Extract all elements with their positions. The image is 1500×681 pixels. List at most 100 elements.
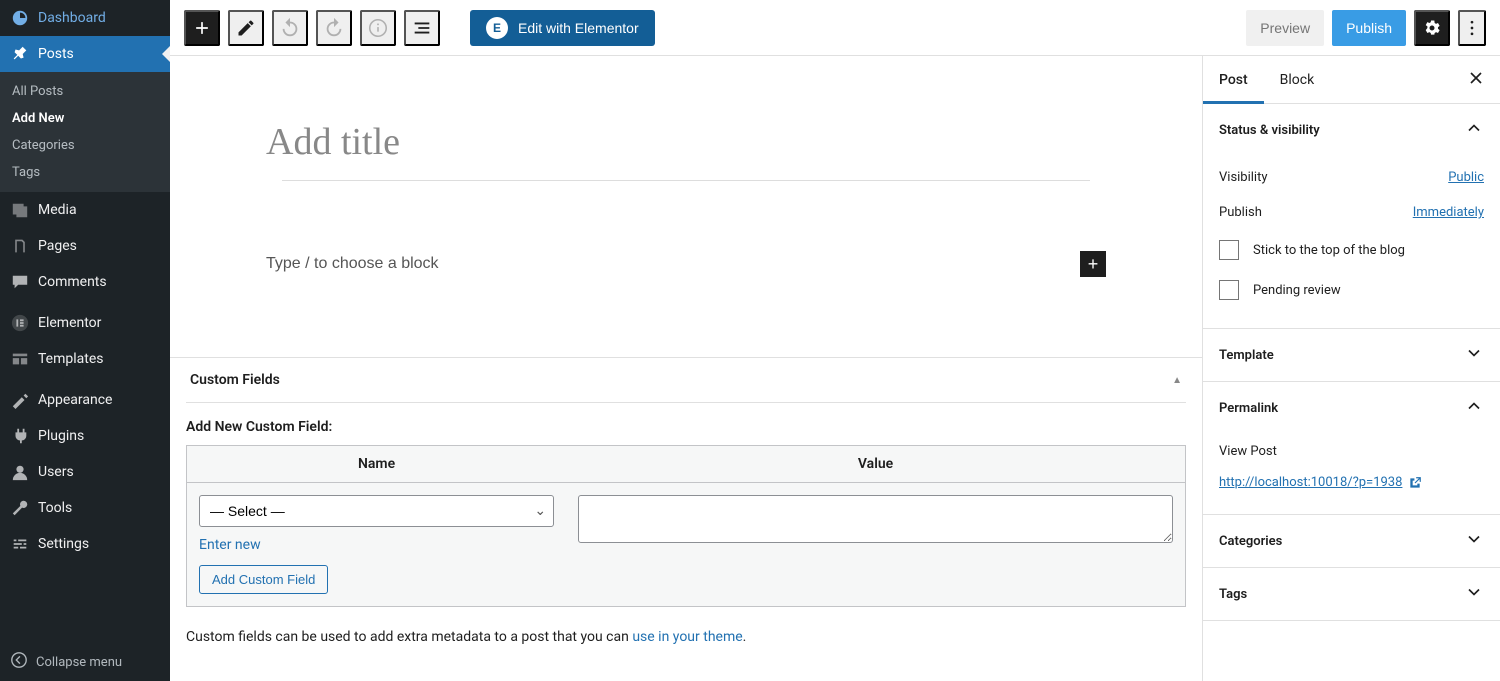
tags-section-toggle[interactable]: Tags [1203,568,1500,620]
editor-toolbar: E Edit with Elementor Preview Publish [170,0,1500,56]
collapse-menu[interactable]: Collapse menu [0,643,170,681]
post-content-input[interactable] [266,255,1080,273]
appearance-icon [10,390,30,410]
settings-panel: Post Block Status & visibility Visibilit… [1202,56,1500,681]
settings-toggle-button[interactable] [1414,10,1450,46]
sidebar-item-settings[interactable]: Settings [0,526,170,562]
sidebar-item-plugins[interactable]: Plugins [0,418,170,454]
custom-fields-help: Custom fields can be used to add extra m… [186,629,1186,645]
status-visibility-section: Status & visibility Visibility Public Pu… [1203,104,1500,329]
custom-fields-table: Name Value — Select — [186,445,1186,607]
pending-checkbox[interactable] [1219,280,1239,300]
custom-field-value-textarea[interactable] [578,495,1173,543]
permalink-section-toggle[interactable]: Permalink [1203,382,1500,434]
post-title-input[interactable] [266,116,1106,168]
sidebar-subitem-all-posts[interactable]: All Posts [0,78,170,105]
sidebar-item-users[interactable]: Users [0,454,170,490]
outline-button[interactable] [404,10,440,46]
publish-label: Publish [1219,205,1413,220]
undo-button[interactable] [272,10,308,46]
stick-to-top-row[interactable]: Stick to the top of the blog [1219,230,1484,270]
more-options-button[interactable] [1458,10,1486,46]
triangle-up-icon: ▲ [1172,375,1182,386]
sidebar-item-dashboard[interactable]: Dashboard [0,0,170,36]
sidebar-item-label: Dashboard [38,10,106,26]
view-post-label: View Post [1219,438,1484,465]
info-button[interactable] [360,10,396,46]
sidebar-item-label: Pages [38,238,77,254]
sidebar-item-tools[interactable]: Tools [0,490,170,526]
posts-submenu: All Posts Add New Categories Tags [0,72,170,192]
tab-block[interactable]: Block [1264,56,1331,103]
templates-icon [10,349,30,369]
sidebar-subitem-tags[interactable]: Tags [0,159,170,186]
sidebar-item-label: Appearance [38,392,112,408]
pending-label: Pending review [1253,283,1341,298]
enter-new-link[interactable]: Enter new [199,537,261,553]
collapse-label: Collapse menu [36,655,122,670]
visibility-label: Visibility [1219,170,1448,185]
sidebar-item-pages[interactable]: Pages [0,228,170,264]
publish-value[interactable]: Immediately [1413,205,1484,220]
elementor-btn-label: Edit with Elementor [518,20,639,36]
pin-icon [10,44,30,64]
sidebar-item-label: Settings [38,536,89,552]
add-custom-field-button[interactable]: Add Custom Field [199,565,328,594]
sidebar-subitem-categories[interactable]: Categories [0,132,170,159]
sidebar-item-comments[interactable]: Comments [0,264,170,300]
status-visibility-toggle[interactable]: Status & visibility [1203,104,1500,156]
title-underline [282,180,1090,181]
tools-icon [10,498,30,518]
sidebar-item-label: Comments [38,274,107,290]
edit-mode-button[interactable] [228,10,264,46]
chevron-down-icon [1464,343,1484,367]
cf-col-name: Name [187,446,567,483]
add-new-custom-field-label: Add New Custom Field: [186,419,1186,435]
redo-button[interactable] [316,10,352,46]
sidebar-item-media[interactable]: Media [0,192,170,228]
sidebar-subitem-add-new[interactable]: Add New [0,105,170,132]
add-block-button[interactable] [184,10,220,46]
edit-with-elementor-button[interactable]: E Edit with Elementor [470,10,655,46]
sidebar-item-appearance[interactable]: Appearance [0,382,170,418]
plugins-icon [10,426,30,446]
chevron-down-icon [1464,582,1484,606]
sidebar-item-label: Tools [38,500,72,516]
sidebar-item-label: Users [38,464,74,480]
use-in-theme-link[interactable]: use in your theme [632,629,742,645]
publish-button[interactable]: Publish [1332,10,1406,46]
media-icon [10,200,30,220]
sidebar-item-elementor[interactable]: Elementor [0,305,170,341]
elementor-badge-icon: E [486,17,508,39]
visibility-value[interactable]: Public [1448,170,1484,185]
chevron-up-icon [1464,118,1484,142]
sidebar-item-posts[interactable]: Posts [0,36,170,72]
close-panel-button[interactable] [1466,68,1486,92]
comments-icon [10,272,30,292]
stick-checkbox[interactable] [1219,240,1239,260]
categories-section-toggle[interactable]: Categories [1203,515,1500,567]
preview-button[interactable]: Preview [1246,10,1324,46]
custom-field-name-select[interactable]: — Select — [199,495,554,527]
editor-canvas[interactable]: + Custom Fields ▲ Add New Custom Field: … [170,56,1202,681]
pages-icon [10,236,30,256]
custom-fields-metabox: Custom Fields ▲ Add New Custom Field: Na… [170,357,1202,661]
sidebar-item-label: Posts [38,46,74,62]
permalink-url[interactable]: http://localhost:10018/?p=1938 [1219,465,1422,496]
template-section-toggle[interactable]: Template [1203,329,1500,381]
settings-tabs: Post Block [1203,56,1500,104]
collapse-icon [10,651,28,673]
sidebar-item-templates[interactable]: Templates [0,341,170,377]
pending-review-row[interactable]: Pending review [1219,270,1484,310]
users-icon [10,462,30,482]
custom-fields-toggle[interactable]: Custom Fields ▲ [186,358,1186,402]
inline-add-block-button[interactable]: + [1080,251,1106,277]
editor-main: E Edit with Elementor Preview Publish + [170,0,1500,681]
sidebar-item-label: Elementor [38,315,101,331]
sidebar-item-label: Media [38,202,77,218]
elementor-icon [10,313,30,333]
chevron-up-icon [1464,396,1484,420]
chevron-down-icon [1464,529,1484,553]
tab-post[interactable]: Post [1203,56,1264,103]
custom-fields-heading: Custom Fields [190,372,280,388]
